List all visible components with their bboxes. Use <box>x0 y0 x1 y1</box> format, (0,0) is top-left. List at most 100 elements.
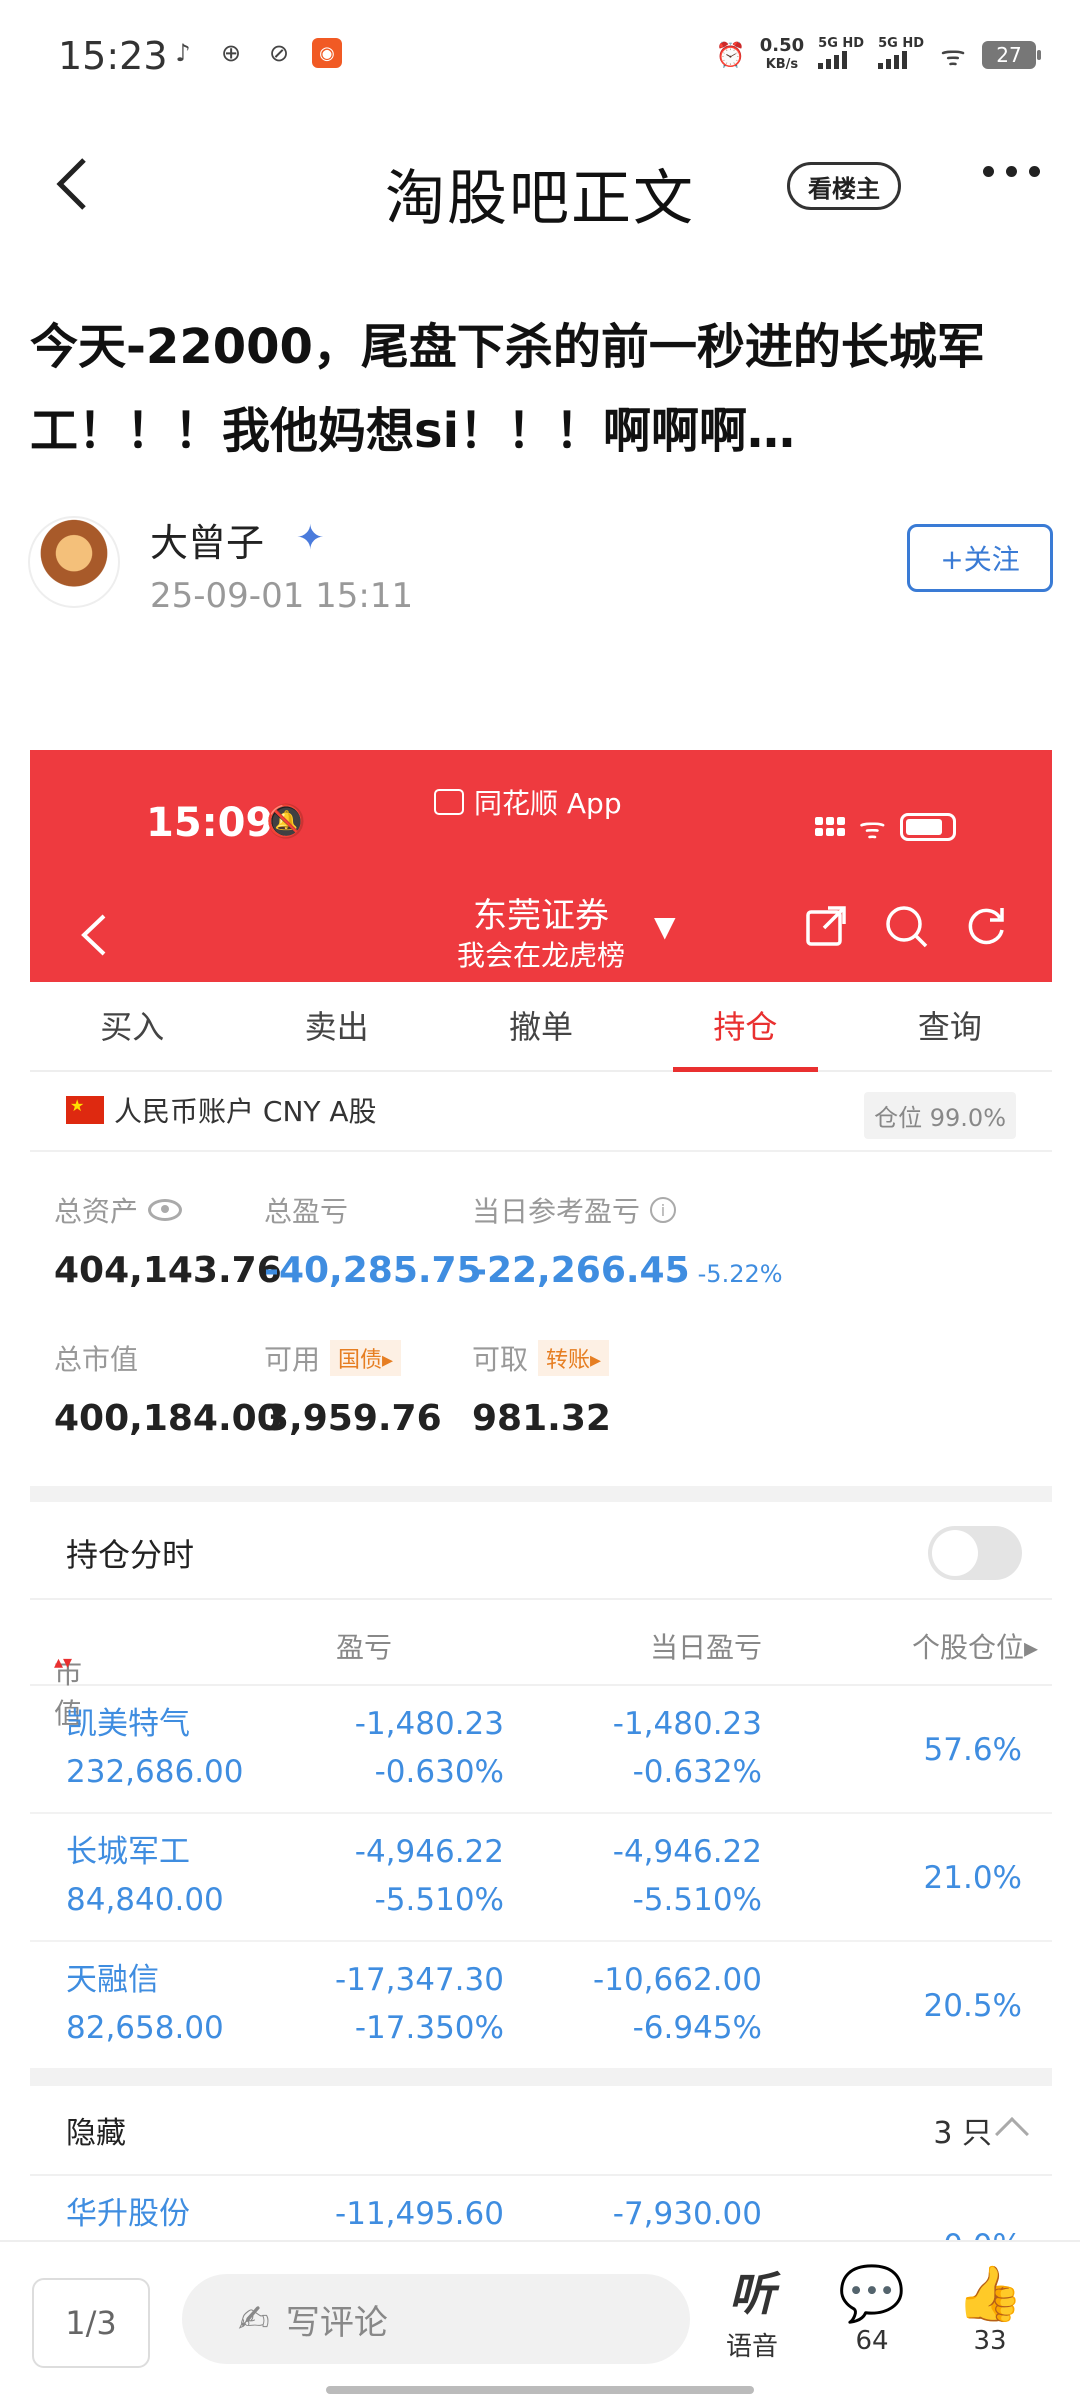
holding-row: 长城军工 84,840.00 -4,946.22 -5.510% -4,946.22… <box>30 1814 1052 1942</box>
total-pl-value: -40,285.75 <box>264 1250 482 1291</box>
total-assets-value: 404,143.76 <box>54 1250 282 1291</box>
holding-pl: -17,347.30 <box>335 1962 504 1998</box>
page-header: 淘股吧正文 看楼主 <box>0 130 1080 240</box>
stat-day-pl: 当日参考盈亏 i -22,266.45 -5.22% <box>472 1190 783 1291</box>
treasury-tag: 国债▸ <box>330 1340 402 1376</box>
stat-available: 可用 国债▸ 3,959.76 <box>264 1338 442 1439</box>
split-row: 持仓分时 <box>30 1504 1052 1600</box>
holding-day-pl-pct: -6.945% <box>632 2010 762 2046</box>
more-options-icon[interactable] <box>983 166 1040 177</box>
holding-name: 华升股份 <box>66 2196 190 2232</box>
embedded-app-label: 同花顺 App <box>434 782 622 822</box>
network-speed: 0.50 KB/s <box>760 36 804 74</box>
home-indicator[interactable] <box>326 2386 754 2394</box>
holding-pl-pct: -0.630% <box>374 1754 504 1790</box>
col-share: 个股仓位▸ <box>911 1631 1038 1664</box>
tab-holdings: 持仓 <box>643 982 847 1072</box>
holding-value: 232,686.00 <box>66 1754 244 1790</box>
embedded-system-icons: ᯤ <box>814 806 956 847</box>
signal-2-label: 5G HD <box>878 36 924 51</box>
alarm-icon: ⏰ <box>715 41 746 69</box>
comments-button[interactable]: 💬 64 <box>822 2262 922 2357</box>
link-icon: ⊘ <box>268 39 290 67</box>
listen-button[interactable]: 听 语音 <box>702 2264 802 2363</box>
eye-icon <box>148 1199 183 1221</box>
holding-share: 21.0% <box>923 1860 1022 1896</box>
holding-name: 长城军工 <box>66 1834 190 1870</box>
trade-tabs: 买入 卖出 撤单 持仓 查询 <box>30 982 1052 1072</box>
status-right-icons: ⏰ 0.50 KB/s 5G HD 5G HD ᯤ 27 <box>715 36 1041 74</box>
holding-share: 57.6% <box>923 1732 1022 1768</box>
withdrawable-value: 981.32 <box>472 1398 611 1439</box>
signal-1: 5G HD <box>818 37 864 73</box>
split-toggle <box>928 1526 1022 1580</box>
holding-name: 天融信 <box>66 1962 159 1998</box>
total-pl-label: 总盈亏 <box>264 1195 349 1228</box>
holding-value: 82,658.00 <box>66 2010 224 2046</box>
like-button[interactable]: 👍 33 <box>940 2262 1040 2357</box>
position-chip: 仓位 99.0% <box>864 1092 1016 1139</box>
holding-share: 20.5% <box>923 1988 1022 2024</box>
stat-total-assets: 总资产 404,143.76 <box>54 1190 282 1291</box>
account-label: 人民币账户 CNY A股 <box>114 1095 377 1128</box>
stat-market-value: 总市值 400,184.00 <box>54 1338 282 1439</box>
globe-icon: ⊕ <box>220 39 242 67</box>
comment-placeholder: 写评论 <box>285 2302 388 2343</box>
market-value-value: 400,184.00 <box>54 1398 282 1439</box>
holding-pl: -1,480.23 <box>354 1706 504 1742</box>
signal-2: 5G HD <box>878 37 924 73</box>
hidden-count: 3 只 <box>933 2116 992 2151</box>
comment-input[interactable]: ✍ 写评论 <box>182 2274 690 2364</box>
page-indicator[interactable]: 1/3 <box>32 2278 150 2368</box>
thumbs-up-icon: 👍 <box>956 2262 1024 2325</box>
comment-count: 64 <box>855 2326 889 2356</box>
stat-withdrawable: 可取 转账▸ 981.32 <box>472 1338 611 1439</box>
search-icon <box>886 906 928 948</box>
holding-row: 天融信 82,658.00 -17,347.30 -17.350% -10,662.… <box>30 1942 1052 2070</box>
author-avatar[interactable] <box>28 516 120 608</box>
signal-1-label: 5G HD <box>818 36 865 51</box>
hidden-holdings-row: 隐藏 3 只 <box>30 2080 1052 2176</box>
broker-dropdown-icon: ▼ <box>654 910 676 943</box>
bottom-action-bar: 1/3 ✍ 写评论 听 语音 💬 64 👍 33 <box>0 2240 1080 2400</box>
col-pl: 盈亏 <box>335 1631 392 1664</box>
view-op-only-button[interactable]: 看楼主 <box>787 162 901 210</box>
comment-bubble-icon: 💬 <box>838 2262 906 2325</box>
account-row: 人民币账户 CNY A股 仓位 99.0% <box>30 1072 1052 1152</box>
holding-row-partial: 华升股份 -11,495.60 -7,930.00 0.0% <box>30 2176 1052 2250</box>
holding-name: 凯美特气 <box>66 1706 190 1742</box>
holding-pl-pct: -5.510% <box>374 1882 504 1918</box>
embedded-wifi-icon: ᯤ <box>858 811 886 846</box>
holding-pl-pct: -17.350% <box>354 2010 504 2046</box>
holding-pl: -4,946.22 <box>354 1834 504 1870</box>
page-title: 淘股吧正文 <box>385 164 695 234</box>
follow-button[interactable]: +关注 <box>907 524 1053 592</box>
embedded-toolbar <box>804 904 1008 948</box>
holding-day-pl-pct: -5.510% <box>632 1882 762 1918</box>
tab-query: 查询 <box>917 1008 982 1046</box>
author-name[interactable]: 大曾子 <box>150 512 264 567</box>
listen-icon: 听 <box>729 2267 775 2321</box>
market-value-label: 总市值 <box>54 1343 139 1376</box>
network-speed-unit: KB/s <box>765 57 799 72</box>
embedded-screenshot[interactable]: 15:09 🔕 同花顺 App ᯤ 东莞证券 我会在龙虎榜 ▼ 买入 卖出 撤单… <box>30 750 1052 2250</box>
day-pl-label: 当日参考盈亏 <box>472 1195 641 1228</box>
china-flag-icon <box>66 1096 104 1124</box>
holding-day-pl: -1,480.23 <box>612 1706 762 1742</box>
post-timestamp: 25-09-01 15:11 <box>150 576 414 616</box>
available-value: 3,959.76 <box>264 1398 442 1439</box>
holdings-table-header: 市值 ▴▾ 盈亏 当日盈亏 个股仓位▸ <box>30 1600 1052 1730</box>
app-logo-icon <box>434 789 464 815</box>
withdrawable-label: 可取 <box>472 1343 529 1376</box>
muted-bell-icon: 🔕 <box>266 802 306 840</box>
tiktok-icon: ♪ <box>175 39 191 67</box>
embedded-battery-icon <box>900 812 956 841</box>
pen-icon: ✍ <box>238 2297 270 2341</box>
listen-label: 语音 <box>725 2332 778 2362</box>
signal-2-bars-icon <box>878 51 908 69</box>
author-badge-icon: ✦ <box>296 518 325 558</box>
signal-dots-icon <box>814 817 845 836</box>
info-icon: i <box>650 1197 677 1223</box>
chevron-up-icon <box>995 2117 1029 2151</box>
holding-day-pl: -4,946.22 <box>612 1834 762 1870</box>
